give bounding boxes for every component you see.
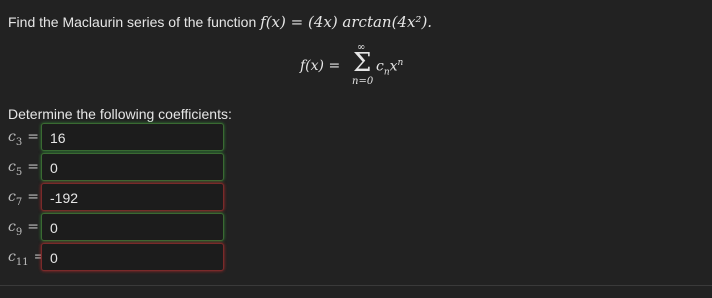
coefficient-label: c9 = xyxy=(8,219,39,238)
summation-sign: Σ xyxy=(353,48,372,78)
sum-lower-limit: n=0 xyxy=(352,76,374,87)
term-variable: x xyxy=(389,58,398,75)
term-coefficient: c xyxy=(376,58,384,75)
instruction-text: Determine the following coefficients: xyxy=(8,106,232,122)
formula-lhs: f(x) = xyxy=(300,58,341,74)
coefficient-label: c3 = xyxy=(8,129,39,148)
divider xyxy=(0,285,712,286)
term-exponent: n xyxy=(397,58,404,68)
coefficient-label: c7 = xyxy=(8,189,39,208)
answer-input-c7[interactable]: -192 xyxy=(41,183,224,211)
coefficient-label: c11 = xyxy=(8,249,46,268)
answer-input-c11[interactable]: 0 xyxy=(41,243,224,271)
question-text: Find the Maclaurin series of the functio… xyxy=(8,13,432,31)
series-formula: f(x) = ∞ Σ n=0 cnxn xyxy=(300,42,420,90)
coefficient-label: c5 = xyxy=(8,159,39,178)
series-term: cnxn xyxy=(376,58,403,77)
question-prefix: Find the Maclaurin series of the functio… xyxy=(8,14,257,30)
answer-input-c3[interactable]: 16 xyxy=(41,123,224,151)
answer-input-c9[interactable]: 0 xyxy=(41,213,224,241)
function-expression: f(x) = (4x) arctan(4x²). xyxy=(260,13,433,31)
answer-input-c5[interactable]: 0 xyxy=(41,153,224,181)
